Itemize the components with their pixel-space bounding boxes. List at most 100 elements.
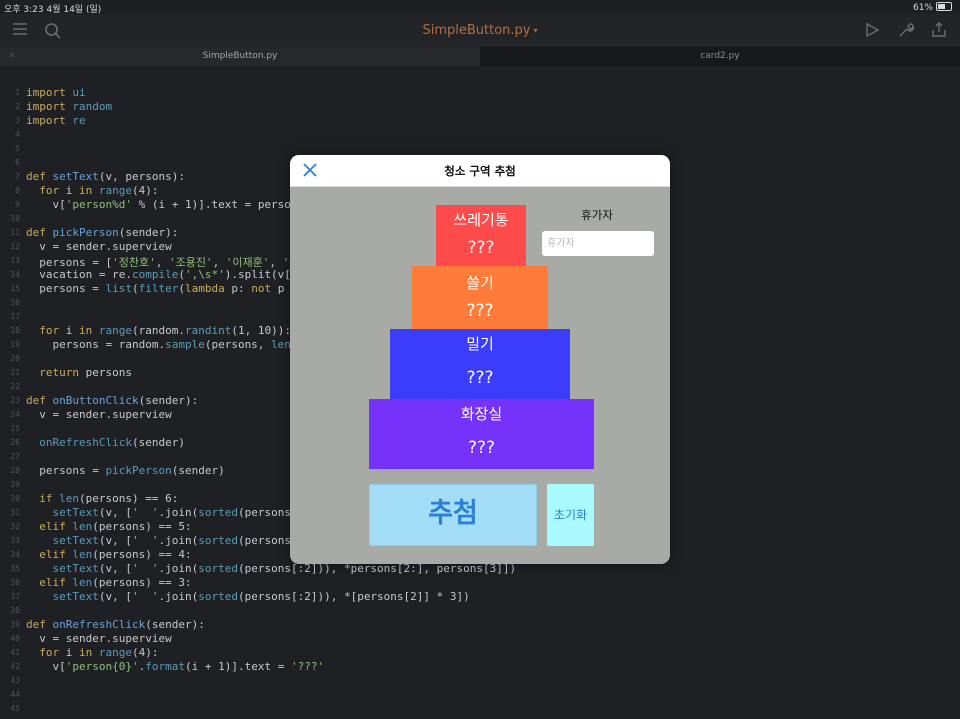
code-line[interactable]: onRefreshClick(sender)	[26, 436, 185, 449]
code-line[interactable]: v = sender.superview	[26, 240, 171, 253]
line-number: 36	[10, 578, 20, 587]
battery-percent: 61%	[912, 3, 933, 13]
zone-trash: 쓰레기통 ???	[436, 205, 526, 266]
line-number: 41	[10, 648, 20, 657]
line-number: 35	[10, 564, 20, 573]
line-number: 6	[15, 158, 20, 167]
code-line[interactable]: v = sender.superview	[26, 632, 171, 645]
vacation-input[interactable]	[542, 231, 654, 256]
line-number: 15	[10, 284, 20, 293]
tab-card2[interactable]: card2.py	[480, 47, 960, 66]
code-line[interactable]: import ui	[26, 86, 86, 99]
zone-name: 밀기	[466, 335, 494, 353]
code-line[interactable]: elif len(persons) == 3:	[26, 576, 191, 589]
line-number: 27	[10, 452, 20, 461]
reset-button[interactable]: 초기화	[547, 484, 594, 546]
line-number: 43	[10, 676, 20, 685]
code-line[interactable]: elif len(persons) == 5:	[26, 520, 191, 533]
code-line[interactable]: import re	[26, 114, 86, 127]
file-title[interactable]: SimpleButton.py ▾	[0, 23, 960, 38]
code-line[interactable]: for i in range(4):	[26, 646, 158, 659]
line-number: 4	[15, 130, 20, 139]
line-number: 28	[10, 466, 20, 475]
line-number: 26	[10, 438, 20, 447]
line-number: 45	[10, 704, 20, 713]
wrench-icon[interactable]	[897, 22, 915, 40]
zone-person: ???	[466, 301, 494, 321]
line-number: 21	[10, 368, 20, 377]
dialog-header: 청소 구역 추첨	[290, 155, 670, 187]
line-number: 8	[15, 186, 20, 195]
line-number: 19	[10, 340, 20, 349]
code-line[interactable]: return persons	[26, 366, 132, 379]
share-icon[interactable]	[930, 22, 948, 40]
zone-restroom: 화장실 ???	[369, 399, 594, 469]
tab-label: SimpleButton.py	[202, 51, 278, 61]
zone-person: ???	[467, 238, 495, 258]
code-line[interactable]: setText(v, [' '.join(sorted(persons[:	[26, 534, 305, 547]
play-icon[interactable]	[863, 22, 881, 40]
code-line[interactable]: def onRefreshClick(sender):	[26, 618, 205, 631]
code-line[interactable]: v['person{0}'.format(i + 1)].text = '???…	[26, 660, 324, 673]
chevron-down-icon: ▾	[533, 26, 538, 35]
line-number: 30	[10, 494, 20, 503]
line-number: 44	[10, 690, 20, 699]
zone-name: 쓰레기통	[453, 211, 509, 229]
line-number: 16	[10, 298, 20, 307]
zone-sweep: 쓸기 ???	[412, 266, 548, 329]
dialog-title: 청소 구역 추첨	[444, 164, 516, 178]
cleaning-draw-dialog: 청소 구역 추첨 쓰레기통 ??? 쓸기 ??? 밀기 ??? 화장실 ??? …	[290, 155, 670, 564]
code-line[interactable]: vacation = re.compile(',\s*').split(v['v	[26, 268, 304, 281]
code-line[interactable]: persons = list(filter(lambda p: not p in	[26, 282, 304, 295]
tab-close-icon[interactable]: ×	[8, 47, 16, 66]
code-line[interactable]: for i in range(4):	[26, 184, 158, 197]
zone-name: 화장실	[460, 405, 503, 423]
code-line[interactable]: elif len(persons) == 4:	[26, 548, 191, 561]
code-line[interactable]: setText(v, [' '.join(sorted(persons[:	[26, 506, 305, 519]
code-line[interactable]: persons = random.sample(persons, len(p	[26, 338, 304, 351]
code-line[interactable]: def onButtonClick(sender):	[26, 394, 198, 407]
line-number: 29	[10, 480, 20, 489]
line-number: 14	[10, 270, 20, 279]
line-number: 5	[15, 144, 20, 153]
line-number: 12	[10, 242, 20, 251]
tab-bar: × SimpleButton.py card2.py	[0, 47, 960, 66]
vacation-label: 휴가자	[581, 208, 613, 222]
code-line[interactable]: setText(v, [' '.join(sorted(persons[:2])…	[26, 590, 470, 603]
tab-simplebutton[interactable]: × SimpleButton.py	[0, 47, 480, 66]
line-number: 22	[10, 382, 20, 391]
zone-name: 쓸기	[466, 274, 494, 292]
draw-button[interactable]: 추첨	[369, 484, 537, 546]
tab-label: card2.py	[700, 51, 740, 61]
battery-icon	[936, 2, 952, 11]
code-line[interactable]: v = sender.superview	[26, 408, 171, 421]
line-number: 18	[10, 326, 20, 335]
line-number: 25	[10, 424, 20, 433]
status-bar: 오후 3:23 4월 14일 (일) 61%	[0, 0, 960, 15]
line-number: 11	[10, 228, 20, 237]
line-number: 37	[10, 592, 20, 601]
line-number: 7	[15, 172, 20, 181]
line-number: 39	[10, 620, 20, 629]
zone-mop: 밀기 ???	[390, 329, 570, 399]
code-line[interactable]: v['person%d' % (i + 1)].text = persons	[26, 198, 304, 211]
line-number: 33	[10, 536, 20, 545]
line-number: 13	[10, 256, 20, 265]
code-line[interactable]: import random	[26, 100, 112, 113]
line-number: 2	[15, 102, 20, 111]
line-number: 9	[15, 200, 20, 209]
code-line[interactable]: for i in range(random.randint(1, 10)):	[26, 324, 291, 337]
zone-person: ???	[466, 368, 494, 388]
code-line[interactable]: persons = pickPerson(sender)	[26, 464, 224, 477]
line-number: 17	[10, 312, 20, 321]
code-line[interactable]: def pickPerson(sender):	[26, 226, 178, 239]
line-number: 32	[10, 522, 20, 531]
zone-person: ???	[467, 438, 496, 458]
line-number: 38	[10, 606, 20, 615]
line-number: 3	[15, 116, 20, 125]
line-number: 24	[10, 410, 20, 419]
line-number: 34	[10, 550, 20, 559]
line-number: 23	[10, 396, 20, 405]
code-line[interactable]: if len(persons) == 6:	[26, 492, 178, 505]
code-line[interactable]: def setText(v, persons):	[26, 170, 185, 183]
